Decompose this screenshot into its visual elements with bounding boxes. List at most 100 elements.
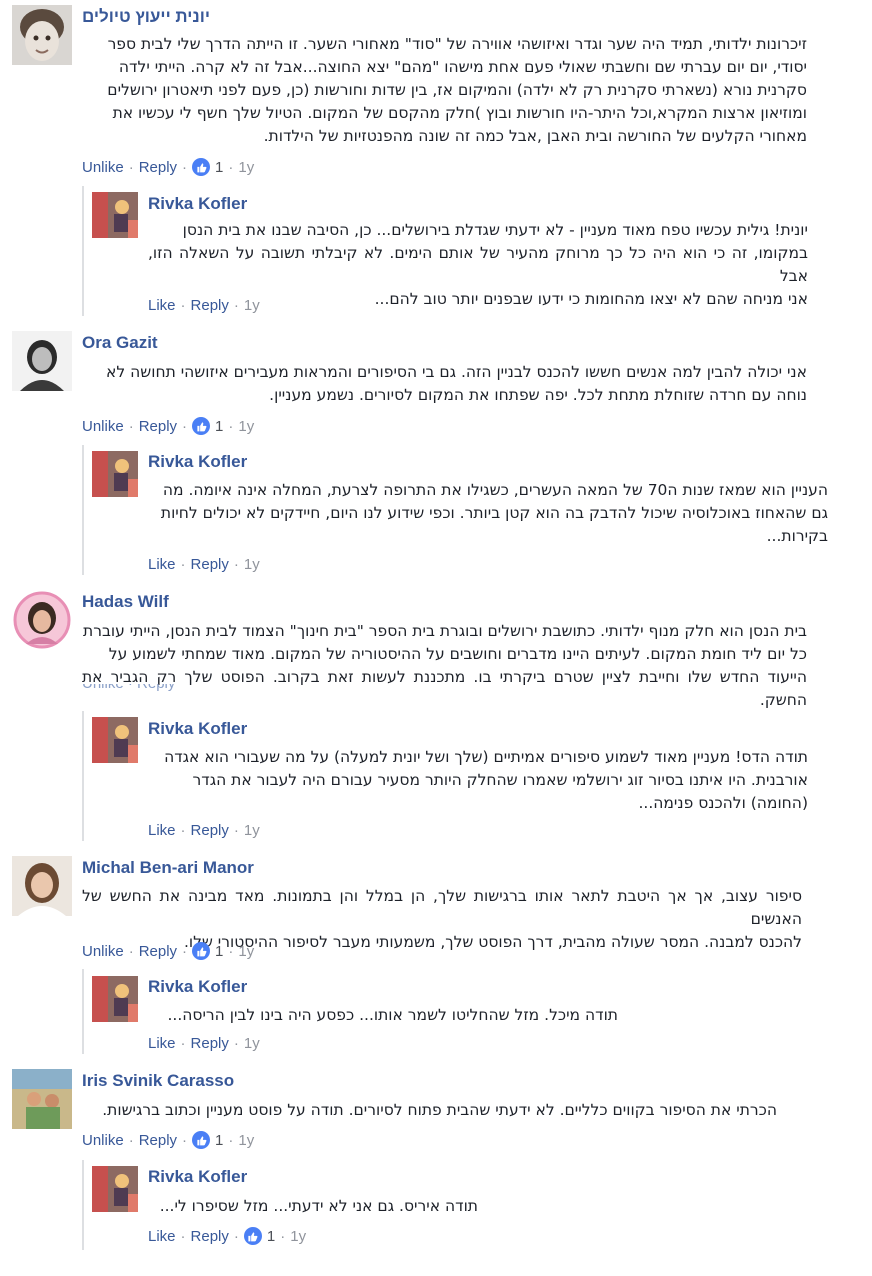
avatar[interactable]	[12, 5, 72, 65]
like-link[interactable]: Like	[148, 1035, 176, 1052]
separator: ·	[233, 1035, 239, 1052]
thumbs-up-icon[interactable]	[192, 1131, 211, 1149]
avatar[interactable]	[12, 1069, 72, 1129]
thumbs-up-icon[interactable]	[192, 158, 211, 176]
reply-thread-line	[82, 1160, 84, 1250]
like-link[interactable]: Like	[148, 1228, 176, 1245]
reply-actions: Like · Reply · 1y	[148, 1035, 260, 1052]
separator: ·	[182, 1131, 188, 1149]
commenter-name[interactable]: Hadas Wilf	[82, 592, 169, 612]
like-count[interactable]: 1	[215, 159, 223, 176]
avatar[interactable]	[12, 331, 72, 391]
comment-actions: Unlike · Reply · 1 · 1y	[82, 942, 254, 960]
separator: ·	[228, 1131, 234, 1149]
unlike-link[interactable]: Unlike	[82, 159, 124, 176]
timestamp[interactable]: 1y	[244, 556, 260, 573]
reply-thread-line	[82, 445, 84, 575]
reply-link[interactable]: Reply	[191, 1035, 229, 1052]
like-count[interactable]: 1	[215, 943, 223, 960]
commenter-name[interactable]: Rivka Kofler	[148, 452, 247, 472]
separator: ·	[182, 942, 188, 960]
unlike-link[interactable]: Unlike	[82, 418, 124, 435]
avatar[interactable]	[92, 717, 138, 763]
timestamp[interactable]: 1y	[238, 943, 254, 960]
reply-thread-line	[82, 711, 84, 841]
comment-text: הכרתי את הסיפור בקווים כלליים. לא ידעתי …	[102, 1101, 777, 1119]
reply-link[interactable]: Reply	[139, 943, 177, 960]
reply-link[interactable]: Reply	[139, 1132, 177, 1149]
comment-text: בית הנסן הוא חלק מנוף ילדותי. כתושבת ירו…	[82, 622, 807, 709]
reply-link[interactable]: Reply	[139, 159, 177, 176]
commenter-name[interactable]: Rivka Kofler	[148, 977, 247, 997]
avatar[interactable]	[12, 590, 72, 650]
avatar[interactable]	[92, 1166, 138, 1212]
commenter-name[interactable]: Rivka Kofler	[148, 1167, 247, 1187]
reply-text: העניין הוא שמאז שנות ה70 של המאה העשרים,…	[160, 481, 828, 545]
like-count[interactable]: 1	[215, 1132, 223, 1149]
separator: ·	[228, 942, 234, 960]
comment-actions: Unlike · Reply · 1 · 1y	[82, 1131, 254, 1149]
like-link[interactable]: Like	[148, 556, 176, 573]
separator: ·	[128, 158, 134, 176]
unlike-link[interactable]: Unlike	[82, 1132, 124, 1149]
separator: ·	[182, 417, 188, 435]
like-link[interactable]: Like	[148, 822, 176, 839]
commenter-name[interactable]: Rivka Kofler	[148, 194, 247, 214]
commenter-name[interactable]: Rivka Kofler	[148, 719, 247, 739]
reply-link[interactable]: Reply	[191, 822, 229, 839]
reply-text: תודה איריס. גם אני לא ידעתי... מזל שסיפר…	[159, 1197, 478, 1215]
separator: ·	[233, 556, 239, 573]
thumbs-up-icon[interactable]	[192, 417, 211, 435]
reply-link[interactable]: Reply	[191, 297, 229, 314]
reply-thread-line	[82, 186, 84, 316]
separator: ·	[180, 297, 186, 314]
separator: ·	[180, 822, 186, 839]
thumbs-up-icon[interactable]	[243, 1227, 262, 1245]
separator: ·	[182, 158, 188, 176]
like-count[interactable]: 1	[267, 1228, 275, 1245]
separator: ·	[233, 822, 239, 839]
separator: ·	[180, 1035, 186, 1052]
separator: ·	[228, 417, 234, 435]
commenter-name[interactable]: Ora Gazit	[82, 333, 158, 353]
separator: ·	[180, 1227, 186, 1245]
comment-text: זיכרונות ילדותי, תמיד היה שער וגדר ואיזו…	[107, 35, 807, 145]
reply-thread-line	[82, 969, 84, 1054]
unlike-link[interactable]: Unlike	[82, 943, 124, 960]
comment-actions: Unlike · Reply · 1 · 1y	[82, 417, 254, 435]
like-count[interactable]: 1	[215, 418, 223, 435]
timestamp[interactable]: 1y	[244, 822, 260, 839]
timestamp[interactable]: 1y	[238, 1132, 254, 1149]
timestamp[interactable]: 1y	[290, 1228, 306, 1245]
reply-actions: Like · Reply · 1y	[148, 556, 260, 573]
reply-actions: Like · Reply · 1 · 1y	[148, 1227, 306, 1245]
separator: ·	[233, 297, 239, 314]
reply-link[interactable]: Reply	[191, 1228, 229, 1245]
reply-text: תודה הדס! מעניין מאוד לשמוע סיפורים אמית…	[164, 748, 808, 812]
thumbs-up-icon[interactable]	[192, 942, 211, 960]
timestamp[interactable]: 1y	[244, 1035, 260, 1052]
separator: ·	[228, 158, 234, 176]
commenter-name[interactable]: יונית ייעוץ טיולים	[82, 7, 210, 27]
separator: ·	[128, 942, 134, 960]
like-link[interactable]: Like	[148, 297, 176, 314]
separator: ·	[128, 417, 134, 435]
reply-actions: Like · Reply · 1y	[148, 822, 260, 839]
separator: ·	[128, 1131, 134, 1149]
reply-link[interactable]: Reply	[191, 556, 229, 573]
separator: ·	[180, 556, 186, 573]
avatar[interactable]	[92, 976, 138, 1022]
avatar[interactable]	[92, 192, 138, 238]
timestamp[interactable]: 1y	[238, 159, 254, 176]
reply-text: תודה מיכל. מזל שהחליטו לשמר אותו... כפסע…	[167, 1006, 618, 1024]
commenter-name[interactable]: Iris Svinik Carasso	[82, 1071, 234, 1091]
separator: ·	[233, 1227, 239, 1245]
timestamp[interactable]: 1y	[244, 297, 260, 314]
reply-link[interactable]: Reply	[139, 418, 177, 435]
avatar[interactable]	[12, 856, 72, 916]
comment-text: אני יכולה להבין למה אנשים חששו להכנס לבנ…	[106, 363, 807, 404]
comment-actions-obscured[interactable]: Unlike · Reply	[82, 684, 175, 692]
commenter-name[interactable]: Michal Ben-ari Manor	[82, 858, 254, 878]
avatar[interactable]	[92, 451, 138, 497]
timestamp[interactable]: 1y	[238, 418, 254, 435]
